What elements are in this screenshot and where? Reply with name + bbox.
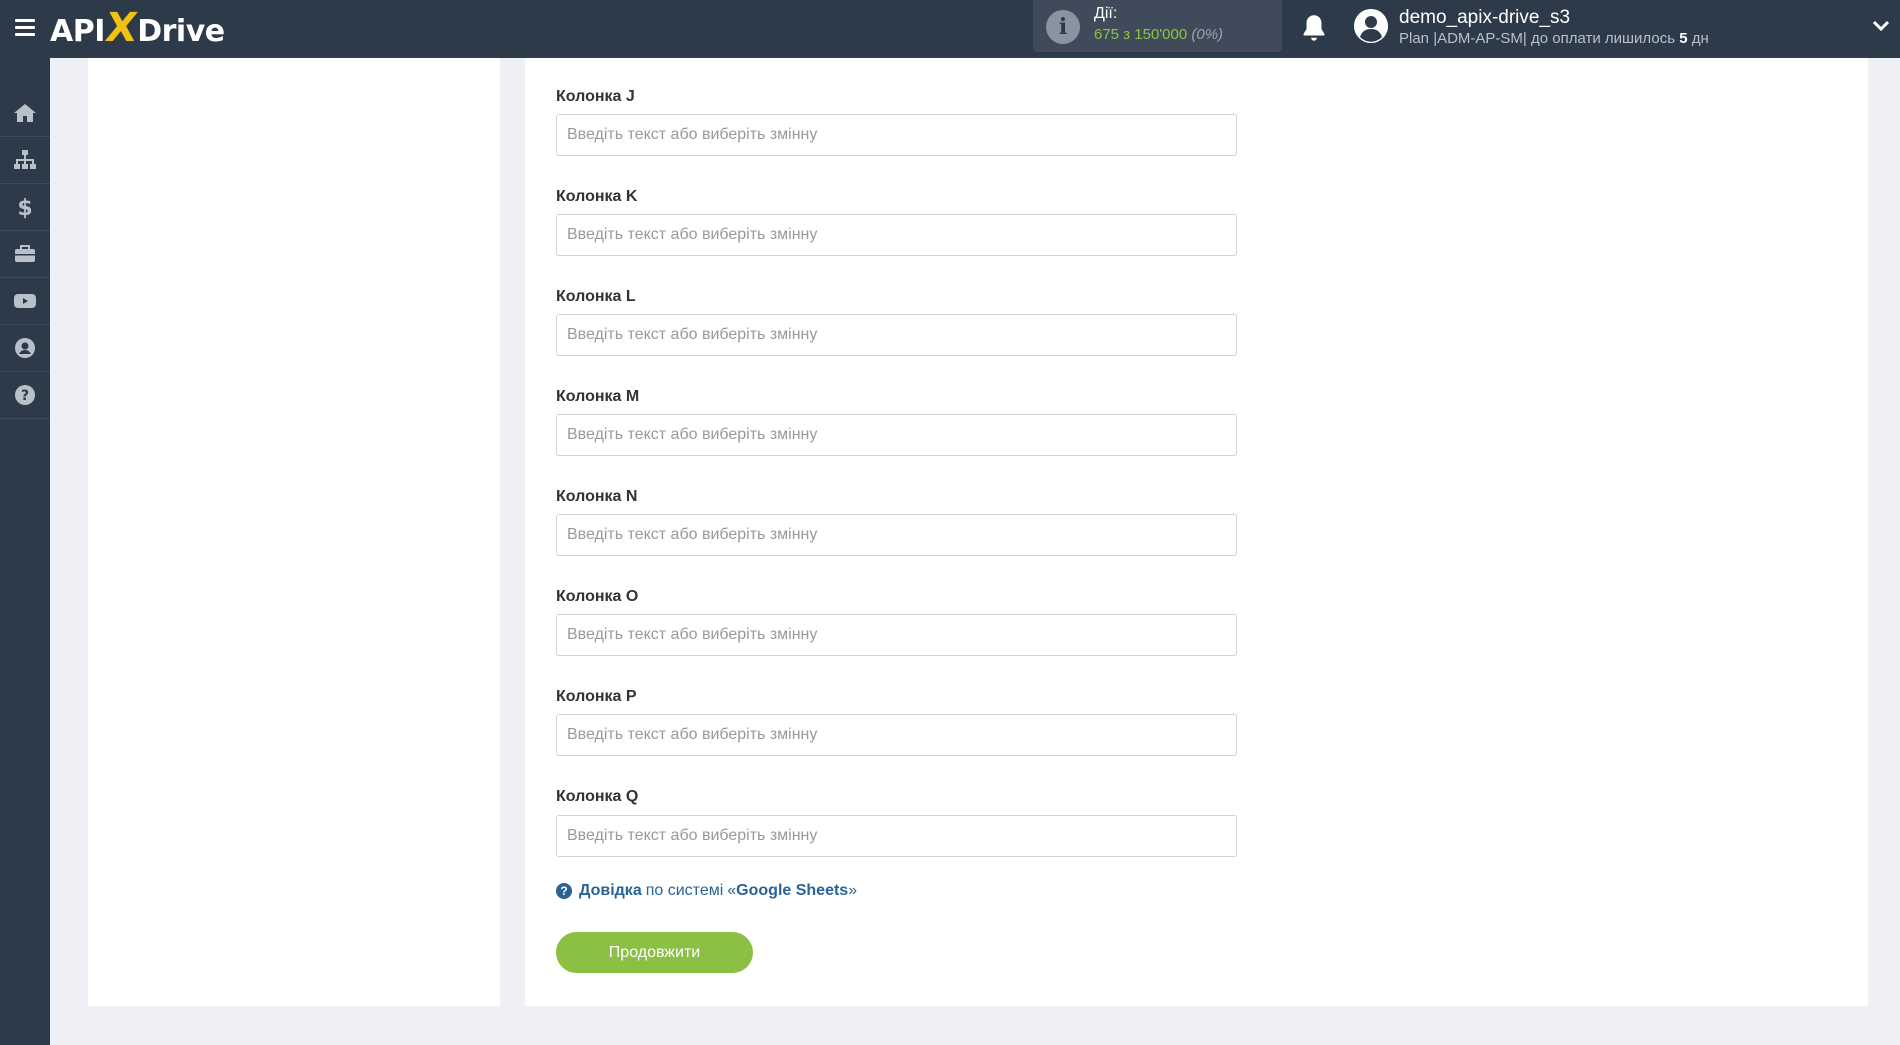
sidebar-item-video[interactable] (0, 278, 50, 325)
field-input-n[interactable] (556, 514, 1237, 556)
home-icon (14, 104, 36, 122)
field-input-o[interactable] (556, 614, 1237, 656)
sidebar-item-services[interactable] (0, 231, 50, 278)
question-circle-icon: ? (556, 883, 572, 899)
field-input-j[interactable] (556, 114, 1237, 156)
apix-drive-logo[interactable]: APIXDrive (50, 5, 225, 51)
help-close-quote: » (848, 882, 858, 899)
actions-label: Дії: (1094, 5, 1118, 22)
sidebar: $ ? (0, 58, 50, 1045)
help-circle-icon: ? (15, 385, 35, 405)
field-label-m: Колонка M (556, 388, 640, 405)
continue-button[interactable]: Продовжити (556, 932, 753, 973)
svg-text:?: ? (21, 388, 29, 404)
notification-bell-icon[interactable] (1300, 13, 1328, 43)
user-avatar-icon[interactable] (1354, 9, 1388, 43)
sidebar-item-connections[interactable] (0, 137, 50, 184)
hamburger-menu-icon[interactable] (12, 15, 38, 41)
help-text: по системі (645, 882, 724, 899)
briefcase-icon (15, 245, 35, 262)
chevron-down-icon[interactable] (1871, 18, 1891, 34)
field-label-o: Колонка O (556, 588, 639, 605)
field-label-q: Колонка Q (556, 788, 639, 805)
field-input-k[interactable] (556, 214, 1237, 256)
svg-text:$: $ (17, 196, 32, 219)
sidebar-item-profile[interactable] (0, 325, 50, 372)
youtube-icon (14, 294, 36, 308)
field-label-j: Колонка J (556, 88, 635, 105)
help-link[interactable]: Довідка (579, 882, 642, 900)
help-line: ? Довідка по системі «Google Sheets» (556, 882, 857, 900)
field-label-k: Колонка K (556, 188, 638, 205)
user-plan: Plan |ADM-AP-SM| до оплати лишилось 5 дн (1399, 30, 1709, 47)
field-label-p: Колонка P (556, 688, 637, 705)
field-input-l[interactable] (556, 314, 1237, 356)
field-input-m[interactable] (556, 414, 1237, 456)
user-name[interactable]: demo_apix-drive_s3 (1399, 7, 1570, 29)
field-input-p[interactable] (556, 714, 1237, 756)
actions-counter: i Дії: 675 з 150'000 (0%) (1033, 0, 1282, 52)
user-circle-icon (15, 338, 35, 358)
left-panel (88, 58, 500, 1006)
field-input-q[interactable] (556, 815, 1237, 857)
actions-count: 675 з 150'000 (0%) (1094, 26, 1224, 43)
sidebar-item-help[interactable]: ? (0, 372, 50, 419)
field-label-n: Колонка N (556, 488, 638, 505)
dollar-icon: $ (17, 196, 32, 219)
help-open-quote: « (727, 882, 737, 899)
field-label-l: Колонка L (556, 288, 636, 305)
help-service-link[interactable]: Google Sheets (736, 882, 848, 900)
sidebar-item-home[interactable] (0, 90, 50, 137)
sitemap-icon (14, 150, 36, 169)
info-icon: i (1046, 10, 1080, 44)
sidebar-item-billing[interactable]: $ (0, 184, 50, 231)
top-bar: APIXDrive i Дії: 675 з 150'000 (0%) demo… (0, 0, 1900, 58)
